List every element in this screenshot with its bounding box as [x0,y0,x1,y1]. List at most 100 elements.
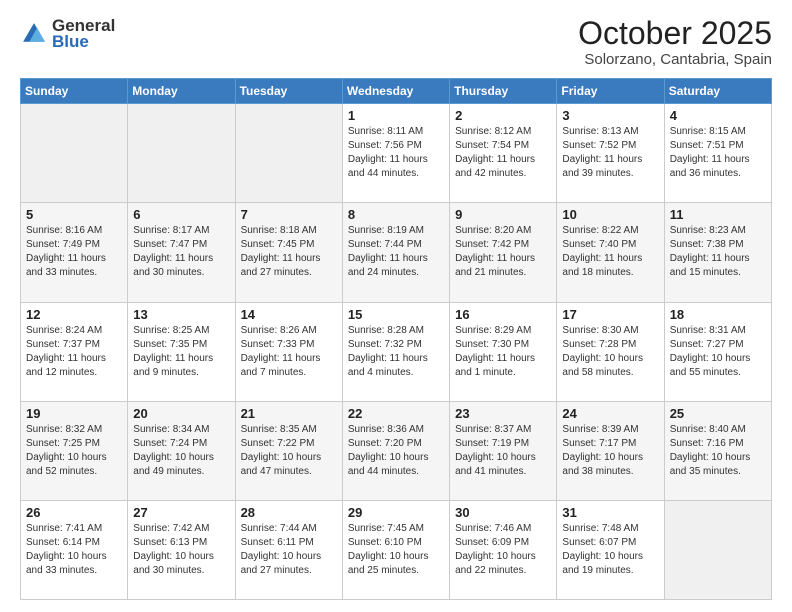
day-number: 9 [455,207,551,222]
day-info: Sunrise: 8:37 AM Sunset: 7:19 PM Dayligh… [455,423,551,479]
day-info: Sunrise: 7:46 AM Sunset: 6:09 PM Dayligh… [455,522,551,578]
day-header-tuesday: Tuesday [235,79,342,104]
day-number: 27 [133,505,229,520]
calendar-cell: 11 Sunrise: 8:23 AM Sunset: 7:38 PM Dayli… [664,203,771,302]
day-number: 18 [670,307,766,322]
day-info: Sunrise: 8:39 AM Sunset: 7:17 PM Dayligh… [562,423,658,479]
logo-icon [20,20,48,48]
day-number: 5 [26,207,122,222]
calendar-body: 1Sunrise: 8:11 AM Sunset: 7:56 PM Daylig… [21,104,772,600]
day-number: 15 [348,307,444,322]
calendar-cell [235,104,342,203]
calendar-cell: 28 Sunrise: 7:44 AM Sunset: 6:11 PM Dayli… [235,500,342,599]
header: General Blue October 2025 Solorzano, Can… [20,16,772,68]
day-info: Sunrise: 8:36 AM Sunset: 7:20 PM Dayligh… [348,423,444,479]
day-number: 23 [455,406,551,421]
calendar-cell: 31Sunrise: 7:48 AM Sunset: 6:07 PM Dayli… [557,500,664,599]
calendar-cell: 12Sunrise: 8:24 AM Sunset: 7:37 PM Dayli… [21,302,128,401]
day-info: Sunrise: 8:40 AM Sunset: 7:16 PM Dayligh… [670,423,766,479]
calendar-cell: 3Sunrise: 8:13 AM Sunset: 7:52 PM Daylig… [557,104,664,203]
calendar-cell: 6 Sunrise: 8:17 AM Sunset: 7:47 PM Daylig… [128,203,235,302]
day-info: Sunrise: 8:35 AM Sunset: 7:22 PM Dayligh… [241,423,337,479]
calendar-cell: 13 Sunrise: 8:25 AM Sunset: 7:35 PM Dayli… [128,302,235,401]
calendar-cell: 29 Sunrise: 7:45 AM Sunset: 6:10 PM Dayli… [342,500,449,599]
day-number: 11 [670,207,766,222]
calendar-cell: 17 Sunrise: 8:30 AM Sunset: 7:28 PM Dayli… [557,302,664,401]
day-info: Sunrise: 8:30 AM Sunset: 7:28 PM Dayligh… [562,324,658,380]
day-number: 30 [455,505,551,520]
day-info: Sunrise: 8:12 AM Sunset: 7:54 PM Dayligh… [455,125,551,181]
calendar-cell: 10Sunrise: 8:22 AM Sunset: 7:40 PM Dayli… [557,203,664,302]
day-info: Sunrise: 7:48 AM Sunset: 6:07 PM Dayligh… [562,522,658,578]
day-info: Sunrise: 8:24 AM Sunset: 7:37 PM Dayligh… [26,324,122,380]
calendar-table: SundayMondayTuesdayWednesdayThursdayFrid… [20,78,772,600]
calendar-cell: 8Sunrise: 8:19 AM Sunset: 7:44 PM Daylig… [342,203,449,302]
day-number: 8 [348,207,444,222]
location-subtitle: Solorzano, Cantabria, Spain [578,51,772,68]
day-number: 22 [348,406,444,421]
week-row-2: 5Sunrise: 8:16 AM Sunset: 7:49 PM Daylig… [21,203,772,302]
day-number: 2 [455,108,551,123]
calendar-cell: 1Sunrise: 8:11 AM Sunset: 7:56 PM Daylig… [342,104,449,203]
day-info: Sunrise: 8:15 AM Sunset: 7:51 PM Dayligh… [670,125,766,181]
month-title: October 2025 [578,16,772,51]
day-number: 25 [670,406,766,421]
logo-text: General Blue [52,16,115,52]
calendar-header: SundayMondayTuesdayWednesdayThursdayFrid… [21,79,772,104]
calendar-cell: 14 Sunrise: 8:26 AM Sunset: 7:33 PM Dayli… [235,302,342,401]
day-info: Sunrise: 8:22 AM Sunset: 7:40 PM Dayligh… [562,224,658,280]
day-number: 20 [133,406,229,421]
calendar-cell: 4 Sunrise: 8:15 AM Sunset: 7:51 PM Daylig… [664,104,771,203]
calendar-cell: 19 Sunrise: 8:32 AM Sunset: 7:25 PM Dayli… [21,401,128,500]
day-number: 17 [562,307,658,322]
day-info: Sunrise: 7:41 AM Sunset: 6:14 PM Dayligh… [26,522,122,578]
day-number: 4 [670,108,766,123]
day-info: Sunrise: 8:28 AM Sunset: 7:32 PM Dayligh… [348,324,444,380]
day-info: Sunrise: 8:20 AM Sunset: 7:42 PM Dayligh… [455,224,551,280]
calendar-cell: 22 Sunrise: 8:36 AM Sunset: 7:20 PM Dayli… [342,401,449,500]
day-header-thursday: Thursday [450,79,557,104]
day-number: 14 [241,307,337,322]
day-number: 6 [133,207,229,222]
calendar-cell: 15 Sunrise: 8:28 AM Sunset: 7:32 PM Dayli… [342,302,449,401]
day-info: Sunrise: 8:13 AM Sunset: 7:52 PM Dayligh… [562,125,658,181]
calendar-cell: 27 Sunrise: 7:42 AM Sunset: 6:13 PM Dayli… [128,500,235,599]
days-header-row: SundayMondayTuesdayWednesdayThursdayFrid… [21,79,772,104]
day-number: 13 [133,307,229,322]
day-info: Sunrise: 7:44 AM Sunset: 6:11 PM Dayligh… [241,522,337,578]
day-info: Sunrise: 7:45 AM Sunset: 6:10 PM Dayligh… [348,522,444,578]
day-info: Sunrise: 8:17 AM Sunset: 7:47 PM Dayligh… [133,224,229,280]
calendar-cell: 2 Sunrise: 8:12 AM Sunset: 7:54 PM Daylig… [450,104,557,203]
calendar-cell: 26 Sunrise: 7:41 AM Sunset: 6:14 PM Dayli… [21,500,128,599]
week-row-1: 1Sunrise: 8:11 AM Sunset: 7:56 PM Daylig… [21,104,772,203]
day-info: Sunrise: 8:25 AM Sunset: 7:35 PM Dayligh… [133,324,229,380]
day-info: Sunrise: 8:23 AM Sunset: 7:38 PM Dayligh… [670,224,766,280]
calendar-cell: 30 Sunrise: 7:46 AM Sunset: 6:09 PM Dayli… [450,500,557,599]
day-number: 16 [455,307,551,322]
day-number: 21 [241,406,337,421]
day-info: Sunrise: 8:31 AM Sunset: 7:27 PM Dayligh… [670,324,766,380]
calendar-cell [128,104,235,203]
page: General Blue October 2025 Solorzano, Can… [0,0,792,612]
day-number: 19 [26,406,122,421]
day-number: 24 [562,406,658,421]
calendar-cell: 5Sunrise: 8:16 AM Sunset: 7:49 PM Daylig… [21,203,128,302]
day-number: 28 [241,505,337,520]
title-area: October 2025 Solorzano, Cantabria, Spain [578,16,772,68]
calendar-cell [21,104,128,203]
day-header-sunday: Sunday [21,79,128,104]
day-info: Sunrise: 8:29 AM Sunset: 7:30 PM Dayligh… [455,324,551,380]
calendar-cell: 20 Sunrise: 8:34 AM Sunset: 7:24 PM Dayli… [128,401,235,500]
calendar-cell: 7Sunrise: 8:18 AM Sunset: 7:45 PM Daylig… [235,203,342,302]
day-header-friday: Friday [557,79,664,104]
day-header-wednesday: Wednesday [342,79,449,104]
day-number: 29 [348,505,444,520]
day-number: 1 [348,108,444,123]
day-info: Sunrise: 7:42 AM Sunset: 6:13 PM Dayligh… [133,522,229,578]
day-info: Sunrise: 8:34 AM Sunset: 7:24 PM Dayligh… [133,423,229,479]
day-info: Sunrise: 8:18 AM Sunset: 7:45 PM Dayligh… [241,224,337,280]
day-number: 26 [26,505,122,520]
day-info: Sunrise: 8:26 AM Sunset: 7:33 PM Dayligh… [241,324,337,380]
logo: General Blue [20,16,115,52]
day-info: Sunrise: 8:32 AM Sunset: 7:25 PM Dayligh… [26,423,122,479]
